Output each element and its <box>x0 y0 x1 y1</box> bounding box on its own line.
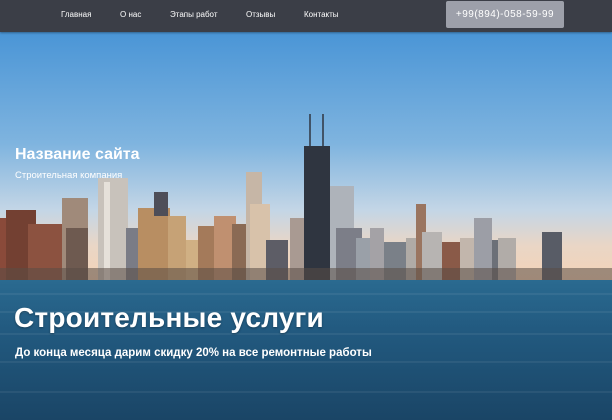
top-navbar: Главная О нас Этапы работ Отзывы Контакт… <box>0 0 612 32</box>
city-skyline-image <box>0 32 612 420</box>
hero-section: Название сайта Строительная компания Стр… <box>0 32 612 420</box>
nav-link-work-stages[interactable]: Этапы работ <box>170 10 218 19</box>
phone-button[interactable]: +99(894)-058-59-99 <box>446 1 564 28</box>
nav-link-about[interactable]: О нас <box>120 10 141 19</box>
hero-heading: Строительные услуги <box>14 302 324 333</box>
nav-link-reviews[interactable]: Отзывы <box>246 10 275 19</box>
nav-link-contacts[interactable]: Контакты <box>304 10 339 19</box>
nav-link-home[interactable]: Главная <box>61 10 91 19</box>
promo-text: До конца месяца дарим скидку 20% на все … <box>15 347 372 359</box>
site-title: Название сайта <box>15 146 140 163</box>
site-subtitle: Строительная компания <box>15 170 123 181</box>
